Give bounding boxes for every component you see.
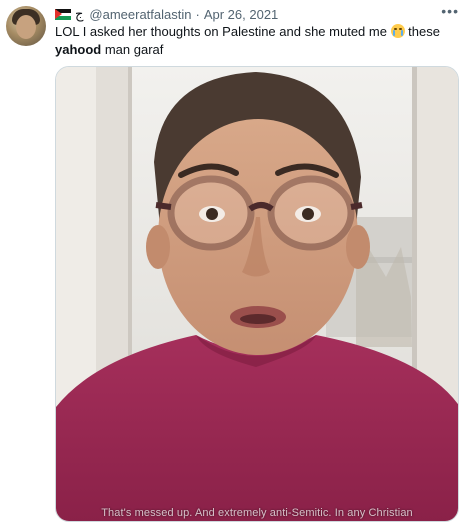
video-player[interactable]: That's messed up. And extremely anti-Sem… [55,66,459,522]
tweet-text-part-1: LOL I asked her thoughts on Palestine an… [55,24,391,39]
video-frame [56,67,458,521]
tweet-text: LOL I asked her thoughts on Palestine an… [55,23,455,59]
tweet-text-part-2: these [404,24,440,39]
avatar[interactable] [6,6,46,46]
crying-face-icon [390,24,405,38]
tweet-text-part-3: man garaf [101,42,164,57]
tweet-text-bold: yahood [55,42,102,57]
display-name[interactable]: ج [75,6,83,22]
tweet-date[interactable]: Apr 26, 2021 [204,7,278,22]
more-options-icon[interactable]: ••• [441,4,459,18]
tweet[interactable]: ج @ameeratfalastin · Apr 26, 2021 ••• LO… [0,0,467,524]
user-handle[interactable]: @ameeratfalastin [89,7,191,22]
palestine-flag-icon [55,8,71,20]
avatar-face [16,15,36,39]
video-caption: That's messed up. And extremely anti-Sem… [101,507,413,519]
separator-dot: · [195,6,200,22]
tweet-header: ج @ameeratfalastin · Apr 26, 2021 [55,5,457,23]
